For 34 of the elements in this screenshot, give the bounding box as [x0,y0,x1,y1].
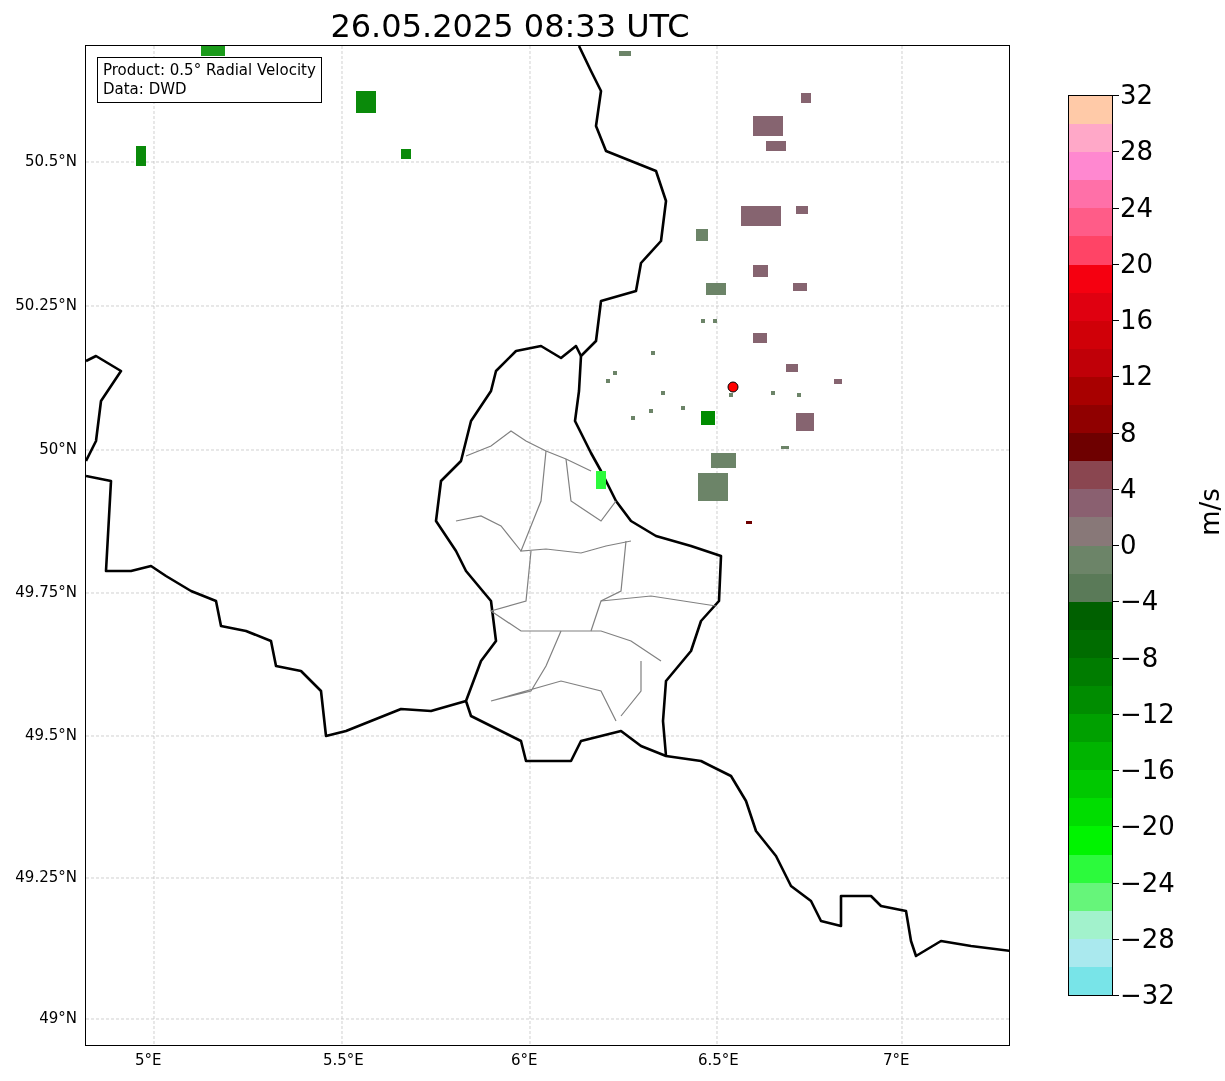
colorbar-tick-label: 16 [1120,305,1154,335]
longitude-label: 5°E [135,1051,162,1069]
longitude-label: 7°E [883,1051,910,1069]
colorbar-tick-label: −12 [1120,698,1175,729]
colorbar-tick-label: −28 [1120,923,1175,954]
longitude-label: 5.5°E [323,1051,364,1069]
colorbar-tick-label: −16 [1120,755,1175,785]
colorbar-tick-label: 24 [1120,192,1154,223]
colorbar-tick-label: 0 [1120,530,1137,560]
latitude-label: 49.5°N [24,726,77,744]
latitude-label: 49°N [39,1009,77,1027]
colorbar-tick-label: 4 [1120,473,1137,504]
info-text: Data: DWD [103,80,188,99]
colorbar-tick-label: −32 [1120,980,1175,1010]
chart-title: 26.05.2025 08:33 UTC [329,6,691,45]
latitude-label: 50.5°N [24,152,77,170]
colorbar-tick-label: 12 [1120,361,1154,392]
latitude-label: 49.25°N [15,868,77,886]
radar-site-marker [727,381,739,393]
latitude-label: 50°N [39,440,77,458]
longitude-label: 6°E [511,1051,538,1069]
colorbar-tick-label: −4 [1120,586,1159,617]
colorbar-tick-label: −8 [1120,642,1159,673]
colorbar-tick-label: 28 [1120,136,1154,167]
colorbar-tick-label: −20 [1120,811,1175,842]
info-text: Product: 0.5° Radial Velocity [103,61,316,80]
longitude-label: 6.5°E [698,1051,739,1069]
colorbar-tick-label: 8 [1120,417,1137,448]
colorbar-tick-label: 32 [1120,80,1154,110]
colorbar-tick-label: −24 [1120,867,1175,898]
latitude-label: 50.25°N [15,296,77,314]
colorbar-tick-label: 20 [1120,248,1154,279]
colorbar-label: m/s [1194,488,1225,536]
latitude-label: 49.75°N [15,583,77,601]
